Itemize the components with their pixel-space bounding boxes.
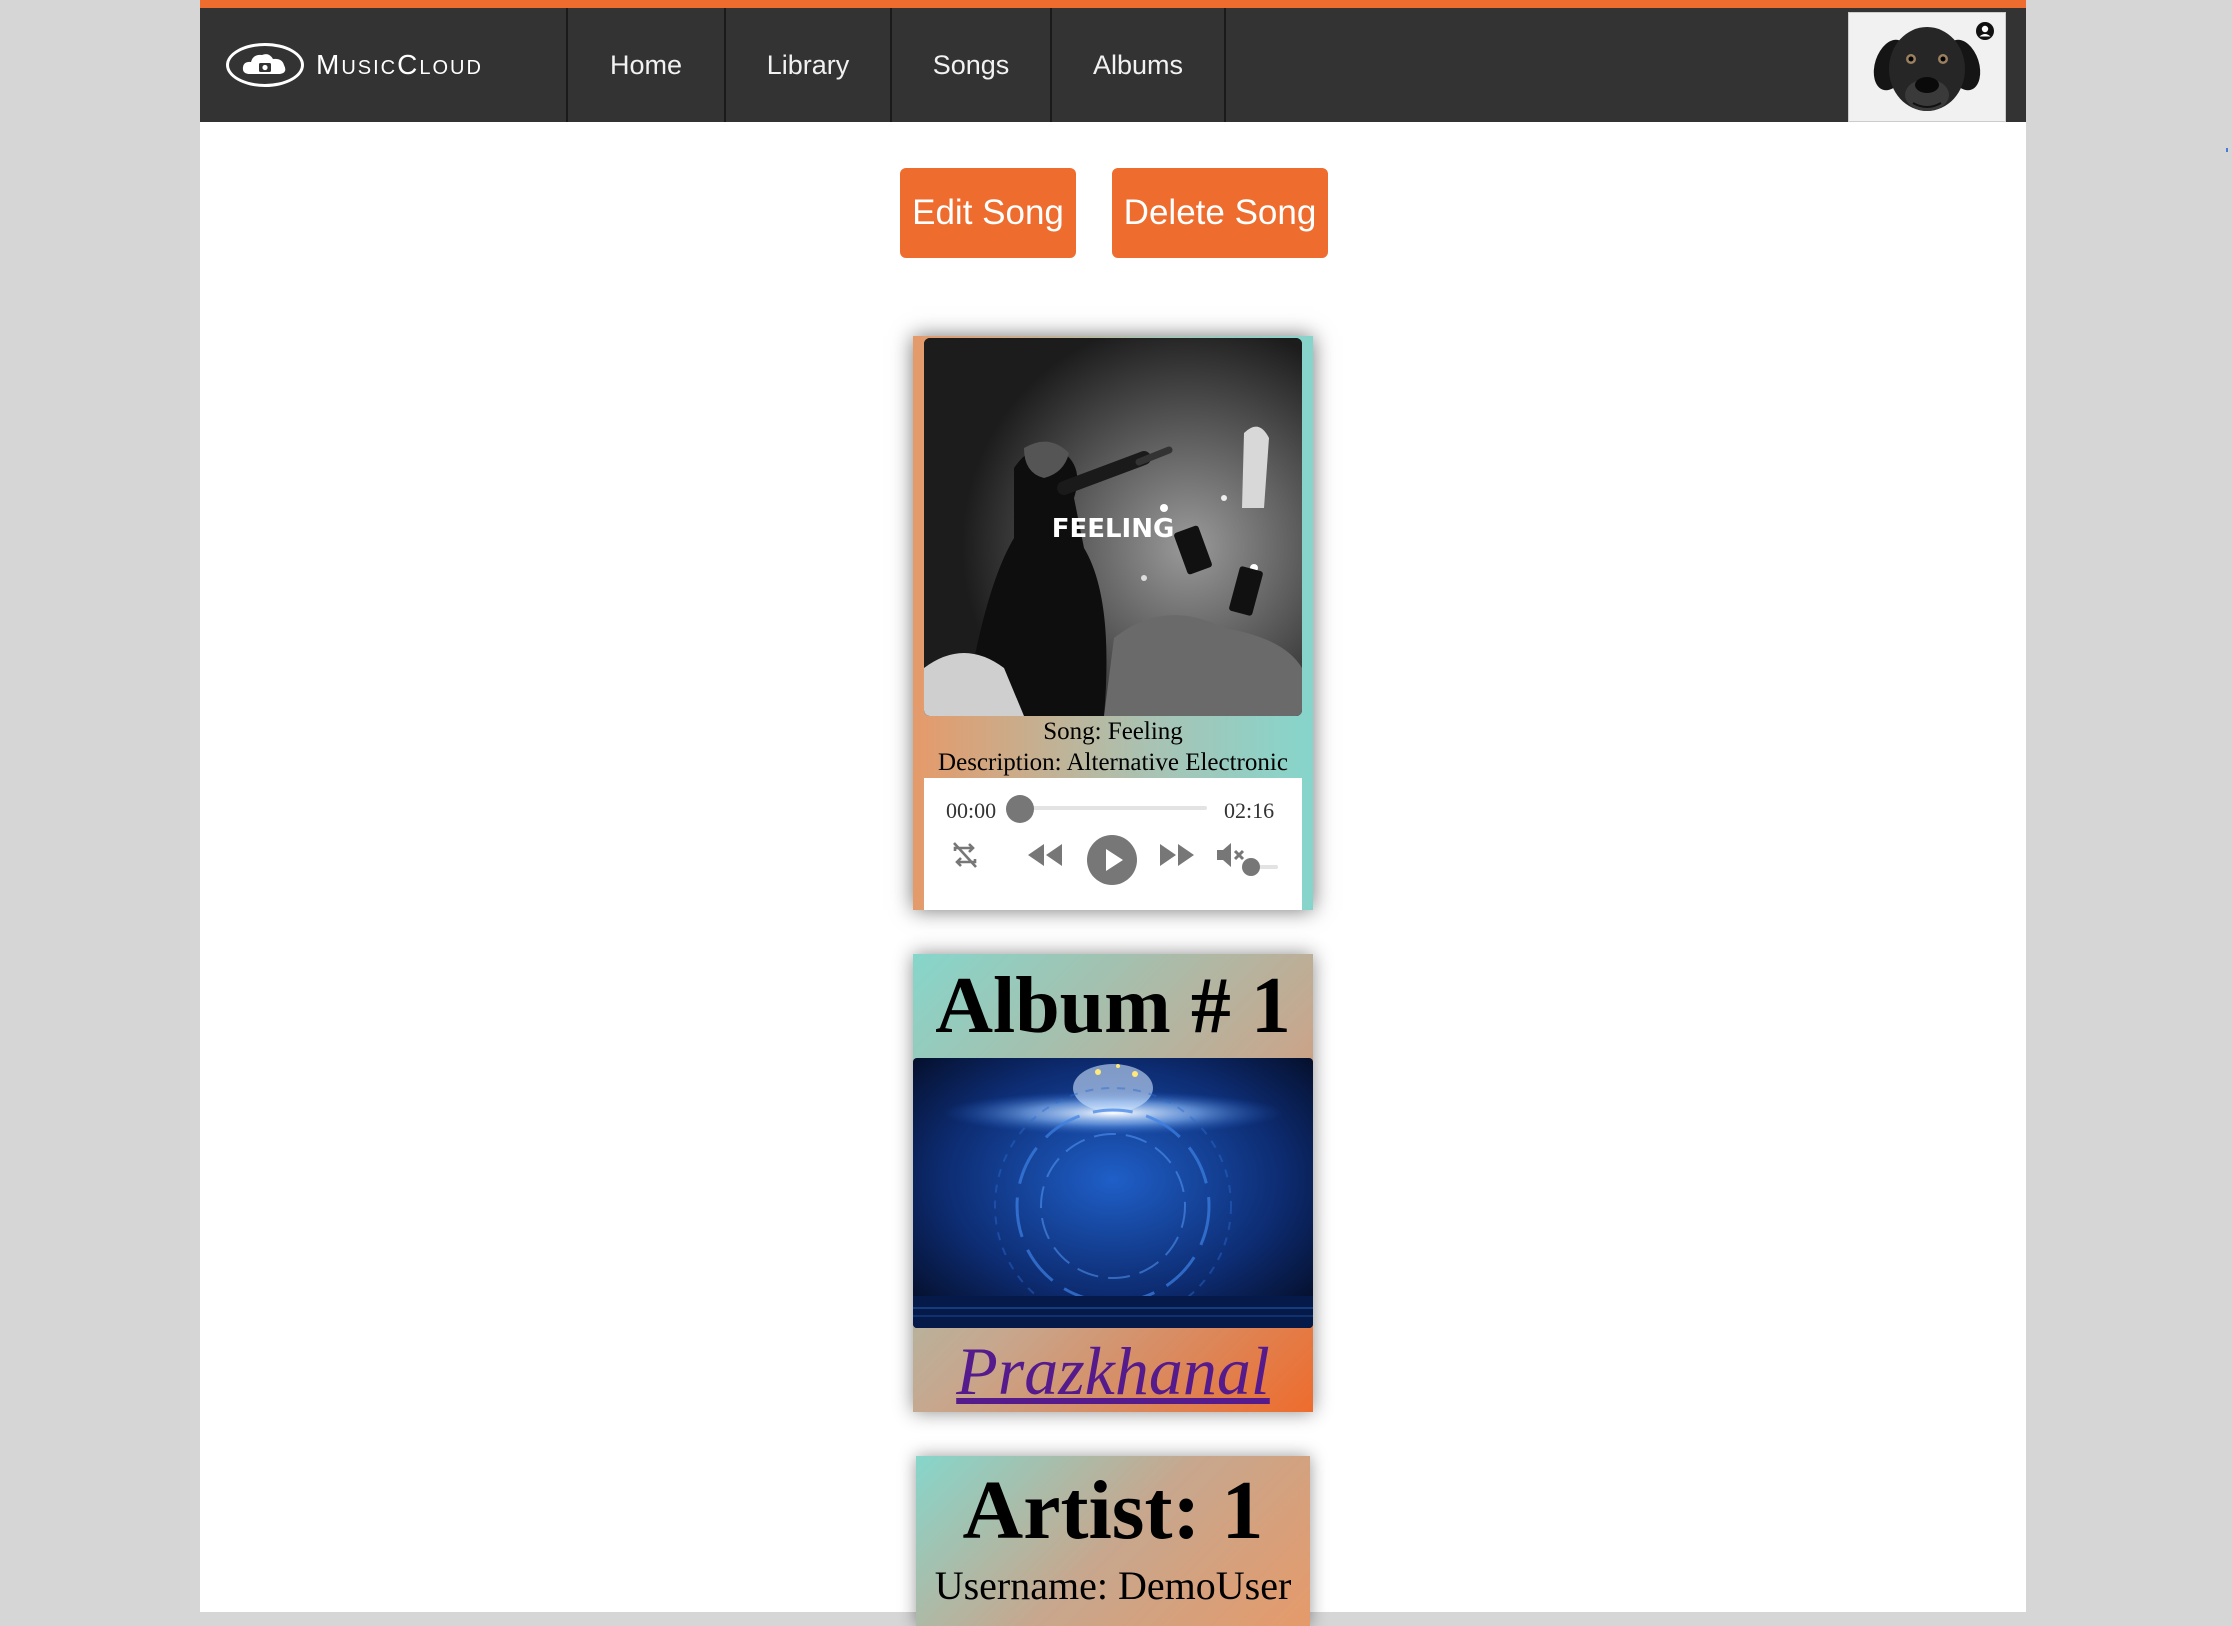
- cloud-camera-icon: [226, 43, 304, 87]
- top-navbar: MusicCloud Home Library Songs Albums: [200, 0, 2026, 122]
- artist-title: Artist: 1: [962, 1464, 1264, 1557]
- song-card: FEELING Song: Feeling Description: Alter…: [913, 336, 1313, 910]
- nav-library[interactable]: Library: [724, 8, 890, 122]
- volume-knob[interactable]: [1242, 858, 1260, 876]
- delete-song-label: Delete Song: [1123, 193, 1317, 232]
- song-description: Description: Alternative Electronic: [938, 749, 1288, 776]
- song-title: Song: Feeling: [1043, 718, 1183, 745]
- nav-library-label: Library: [766, 49, 850, 80]
- user-avatar-button[interactable]: [1848, 12, 2006, 122]
- page: MusicCloud Home Library Songs Albums Edi…: [200, 0, 2026, 1626]
- brand[interactable]: MusicCloud: [200, 8, 566, 122]
- user-circle-icon: [1976, 22, 1994, 40]
- rewind-icon[interactable]: [1024, 838, 1064, 872]
- scrollbar-indicator[interactable]: [2226, 148, 2228, 152]
- fast-forward-icon[interactable]: [1158, 838, 1198, 872]
- delete-song-button[interactable]: Delete Song: [1112, 168, 1328, 258]
- nav-home[interactable]: Home: [566, 8, 724, 122]
- play-icon[interactable]: [1086, 834, 1138, 886]
- brand-name: MusicCloud: [316, 49, 483, 80]
- main-nav: Home Library Songs Albums: [566, 8, 1226, 122]
- duration: 02:16: [1224, 798, 1275, 823]
- repeat-off-icon[interactable]: [948, 838, 982, 872]
- nav-albums[interactable]: Albums: [1050, 8, 1224, 122]
- artist-card: Artist: 1 Username: DemoUser: [916, 1456, 1310, 1626]
- edit-song-label: Edit Song: [912, 193, 1064, 232]
- album-title: Album # 1: [935, 962, 1291, 1050]
- cover-text: FEELING: [1052, 514, 1175, 544]
- artist-username: Username: DemoUser: [934, 1563, 1292, 1608]
- audio-player: 00:00 02:16: [924, 778, 1302, 910]
- song-cover-image: FEELING: [924, 338, 1302, 716]
- album-cover-image: [913, 1058, 1313, 1328]
- nav-home-label: Home: [609, 49, 683, 80]
- current-time: 00:00: [946, 798, 997, 823]
- nav-divider: [1224, 8, 1226, 122]
- edit-song-button[interactable]: Edit Song: [900, 168, 1076, 258]
- song-actions: Edit Song Delete Song: [900, 168, 1328, 258]
- nav-albums-label: Albums: [1092, 49, 1184, 80]
- album-artist-link[interactable]: Prazkhanal: [913, 1330, 1313, 1412]
- progress-knob[interactable]: [1006, 795, 1034, 823]
- nav-songs[interactable]: Songs: [890, 8, 1050, 122]
- album-card: Album # 1 Prazkhanal: [913, 954, 1313, 1412]
- nav-songs-label: Songs: [932, 49, 1010, 80]
- progress-track[interactable]: [1017, 806, 1207, 810]
